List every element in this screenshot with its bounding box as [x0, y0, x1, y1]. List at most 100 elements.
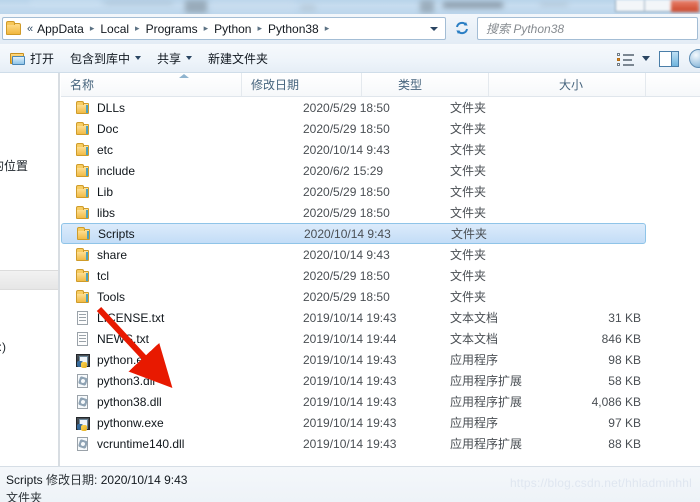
- table-row[interactable]: python.exe 2019/10/14 19:43 应用程序 98 KB: [61, 349, 700, 370]
- file-size-cell: 97 KB: [608, 415, 641, 430]
- file-type-cell: 文件夹: [450, 185, 487, 199]
- table-row[interactable]: NEWS.txt 2019/10/14 19:44 文本文档 846 KB: [61, 328, 700, 349]
- file-type-cell: 应用程序扩展: [450, 437, 523, 451]
- file-name-cell: tcl: [75, 268, 109, 284]
- pane-splitter[interactable]: [58, 73, 59, 466]
- open-button[interactable]: 打开: [0, 47, 62, 69]
- address-history-dropdown[interactable]: [427, 22, 441, 36]
- file-date-cell: 2020/5/29 18:50: [303, 121, 390, 136]
- table-row[interactable]: tcl 2020/5/29 18:50 文件夹: [61, 265, 700, 286]
- table-row[interactable]: Lib 2020/5/29 18:50 文件夹: [61, 181, 700, 202]
- file-type-cell: 文件夹: [450, 206, 487, 220]
- open-folder-icon: [10, 51, 26, 66]
- chevron-right-icon[interactable]: ▸: [200, 23, 213, 34]
- column-header-type[interactable]: 类型: [389, 73, 489, 96]
- file-date-cell: 2020/10/14 9:43: [303, 247, 390, 262]
- nav-item-drive-c[interactable]: (C:): [0, 270, 59, 290]
- file-name-cell: etc: [75, 142, 113, 158]
- navigation-pane: 访问的位置 (C:) (D:) (E:) 文档 (F:): [0, 73, 60, 466]
- file-name-cell: LICENSE.txt: [75, 310, 164, 326]
- folder-icon: [75, 205, 91, 221]
- file-name-label: pythonw.exe: [97, 415, 164, 430]
- file-name-cell: DLLs: [75, 100, 125, 116]
- new-folder-label: 新建文件夹: [208, 51, 269, 66]
- breadcrumb-item-python38[interactable]: Python38: [266, 20, 321, 38]
- status-details: Scripts 修改日期: 2020/10/14 9:43: [6, 471, 187, 488]
- breadcrumb-item-appdata[interactable]: AppData: [35, 20, 86, 38]
- nav-item-drive-f[interactable]: 文档 (F:): [0, 336, 59, 356]
- nav-item-drive-d[interactable]: (D:): [0, 292, 59, 312]
- column-header-name[interactable]: 名称: [61, 73, 242, 96]
- nav-item-recent-places[interactable]: 访问的位置: [0, 155, 59, 175]
- file-name-label: DLLs: [97, 100, 126, 115]
- share-button[interactable]: 共享: [149, 47, 200, 69]
- file-type-cell: 文件夹: [450, 101, 487, 115]
- file-name-cell: python.exe: [75, 352, 156, 368]
- file-date-cell: 2019/10/14 19:44: [303, 331, 397, 346]
- file-name-cell: libs: [75, 205, 115, 221]
- breadcrumb-item-programs[interactable]: Programs: [144, 20, 200, 38]
- breadcrumb-overflow-icon[interactable]: «: [25, 23, 35, 35]
- breadcrumb-item-local[interactable]: Local: [98, 20, 131, 38]
- chevron-right-icon[interactable]: ▸: [253, 23, 266, 34]
- file-date-cell: 2019/10/14 19:43: [303, 436, 397, 451]
- column-header-date[interactable]: 修改日期: [242, 73, 362, 96]
- file-name-label: python.exe: [97, 352, 156, 367]
- table-row[interactable]: Scripts 2020/10/14 9:43 文件夹: [61, 223, 646, 244]
- table-row[interactable]: include 2020/6/2 15:29 文件夹: [61, 160, 700, 181]
- status-date-value: 2020/10/14 9:43: [100, 473, 188, 487]
- folder-icon: [75, 121, 91, 137]
- file-type-cell: 文件夹: [450, 248, 487, 262]
- file-list[interactable]: DLLs 2020/5/29 18:50 文件夹 Doc 2020/5/29 18:50…: [61, 97, 700, 466]
- include-in-library-button[interactable]: 包含到库中: [62, 47, 149, 69]
- table-row[interactable]: DLLs 2020/5/29 18:50 文件夹: [61, 97, 700, 118]
- new-folder-button[interactable]: 新建文件夹: [200, 47, 276, 69]
- table-row[interactable]: LICENSE.txt 2019/10/14 19:43 文本文档 31 KB: [61, 307, 700, 328]
- toolbar-right-group: [616, 44, 700, 73]
- search-input[interactable]: 搜索 Python38: [477, 17, 698, 40]
- table-row[interactable]: Doc 2020/5/29 18:50 文件夹: [61, 118, 700, 139]
- sort-ascending-icon: [179, 74, 189, 78]
- file-name-label: python3.dll: [97, 373, 156, 388]
- file-name-label: NEWS.txt: [97, 331, 150, 346]
- folder-icon: [75, 142, 91, 158]
- nav-item-drive-e[interactable]: (E:): [0, 314, 59, 334]
- table-row[interactable]: Tools 2020/5/29 18:50 文件夹: [61, 286, 700, 307]
- file-name-label: include: [97, 163, 136, 178]
- window-controls[interactable]: [615, 0, 700, 12]
- chevron-right-icon[interactable]: ▸: [321, 23, 334, 34]
- file-name-label: python38.dll: [97, 394, 162, 409]
- close-button[interactable]: [671, 0, 699, 12]
- table-row[interactable]: python38.dll 2019/10/14 19:43 应用程序扩展 4,086 …: [61, 391, 700, 412]
- help-icon[interactable]: [689, 49, 700, 68]
- file-name-label: Lib: [97, 184, 114, 199]
- status-date-label: 修改日期:: [46, 473, 98, 487]
- file-name-cell: Lib: [75, 184, 113, 200]
- table-row[interactable]: share 2020/10/14 9:43 文件夹: [61, 244, 700, 265]
- file-name-label: vcruntime140.dll: [97, 436, 185, 451]
- file-name-label: libs: [97, 205, 116, 220]
- table-row[interactable]: python3.dll 2019/10/14 19:43 应用程序扩展 58 KB: [61, 370, 700, 391]
- share-label: 共享: [157, 51, 182, 66]
- view-options-chevron-down-icon[interactable]: [642, 56, 650, 61]
- table-row[interactable]: libs 2020/5/29 18:50 文件夹: [61, 202, 700, 223]
- list-view-icon[interactable]: [616, 51, 636, 67]
- table-row[interactable]: vcruntime140.dll 2019/10/14 19:43 应用程序扩展 88…: [61, 433, 700, 454]
- chevron-right-icon[interactable]: ▸: [131, 23, 144, 34]
- folder-icon: [75, 289, 91, 305]
- file-type-cell: 应用程序扩展: [450, 395, 523, 409]
- breadcrumb[interactable]: « AppData ▸ Local ▸ Programs ▸ Python ▸ …: [2, 17, 446, 40]
- table-row[interactable]: pythonw.exe 2019/10/14 19:43 应用程序 97 KB: [61, 412, 700, 433]
- table-row[interactable]: etc 2020/10/14 9:43 文件夹: [61, 139, 700, 160]
- status-item-name: Scripts: [6, 473, 43, 487]
- preview-pane-icon[interactable]: [659, 50, 679, 67]
- chevron-right-icon[interactable]: ▸: [86, 23, 99, 34]
- file-size-cell: 846 KB: [601, 331, 641, 346]
- refresh-button[interactable]: [452, 18, 472, 38]
- file-type-cell: 应用程序: [450, 353, 499, 367]
- file-name-label: Tools: [97, 289, 126, 304]
- folder-icon: [76, 226, 92, 242]
- file-name-label: share: [97, 247, 128, 262]
- column-header-size[interactable]: 大小: [550, 73, 646, 96]
- breadcrumb-item-python[interactable]: Python: [212, 20, 253, 38]
